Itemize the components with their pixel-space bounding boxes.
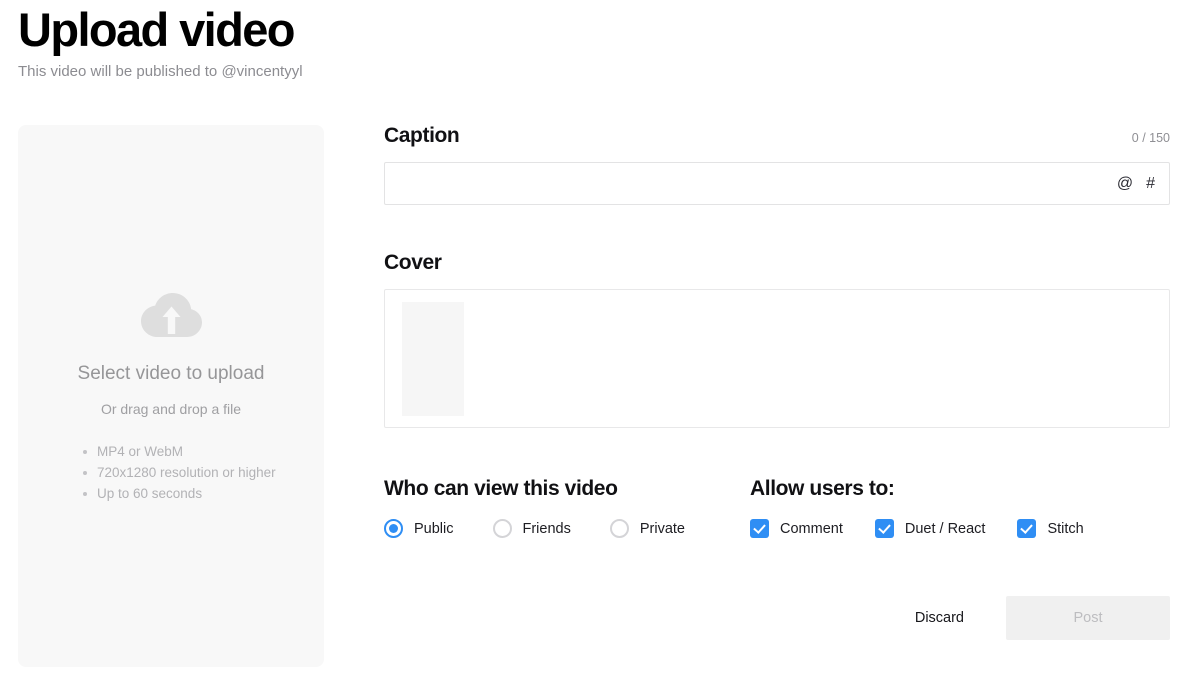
permissions-title: Allow users to: <box>750 477 895 500</box>
page-header: Upload video This video will be publishe… <box>18 2 918 82</box>
checkbox-option-comment[interactable]: Comment <box>750 519 843 538</box>
privacy-section: Who can view this video Public Friends P… <box>384 477 750 538</box>
radio-icon-friends[interactable] <box>492 519 512 538</box>
upload-form: Caption 0 / 150 @ # Cover Who can view t… <box>384 124 1170 640</box>
list-item: MP4 or WebM <box>80 441 324 462</box>
radio-icon-private[interactable] <box>609 519 629 538</box>
video-upload-dropzone[interactable]: Select video to upload Or drag and drop … <box>18 125 324 667</box>
upload-main-text: Select video to upload <box>77 363 265 384</box>
radio-label-private: Private <box>639 520 685 537</box>
hashtag-icon[interactable]: # <box>1146 175 1155 192</box>
caption-title: Caption <box>384 124 460 147</box>
radio-label-friends: Friends <box>522 520 571 537</box>
radio-option-friends[interactable]: Friends <box>492 519 571 538</box>
upload-video-page: Upload video This video will be publishe… <box>0 0 1187 691</box>
cover-selector[interactable] <box>384 289 1170 428</box>
discard-button[interactable]: Discard <box>897 598 982 638</box>
checkmark-icon-comment[interactable] <box>750 519 769 538</box>
upload-drag-hint: Or drag and drop a file <box>100 401 242 417</box>
cover-title: Cover <box>384 251 442 274</box>
checkbox-label-stitch: Stitch <box>1047 520 1084 537</box>
cloud-upload-icon <box>140 293 202 341</box>
radio-icon-public[interactable] <box>384 519 403 538</box>
mention-icon[interactable]: @ <box>1117 175 1133 192</box>
caption-input[interactable] <box>385 163 1117 204</box>
list-item: Up to 60 seconds <box>80 483 324 504</box>
radio-option-public[interactable]: Public <box>384 519 454 538</box>
caption-field-wrapper[interactable]: @ # <box>384 162 1170 205</box>
radio-option-private[interactable]: Private <box>609 519 685 538</box>
options-row: Who can view this video Public Friends P… <box>384 477 1170 538</box>
cover-thumbnail[interactable] <box>402 301 464 416</box>
checkbox-label-comment: Comment <box>780 520 843 537</box>
post-button[interactable]: Post <box>1006 596 1170 640</box>
caption-icon-group: @ # <box>1117 175 1169 192</box>
caption-section-header: Caption 0 / 150 <box>384 124 1170 148</box>
permissions-section: Allow users to: Comment Duet / React Sti… <box>750 477 1170 538</box>
form-actions: Discard Post <box>384 596 1170 640</box>
list-item: 720x1280 resolution or higher <box>80 462 324 483</box>
radio-label-public: Public <box>414 520 454 537</box>
cover-section: Cover <box>384 251 1170 428</box>
page-title: Upload video <box>18 3 295 56</box>
checkmark-icon-stitch[interactable] <box>1017 519 1037 538</box>
permissions-options: Comment Duet / React Stitch <box>750 519 1170 538</box>
page-subtitle: This video will be published to @vincent… <box>18 63 303 81</box>
caption-char-counter: 0 / 150 <box>1131 131 1170 145</box>
checkbox-label-duet-react: Duet / React <box>904 520 986 537</box>
checkbox-option-stitch[interactable]: Stitch <box>1017 519 1084 538</box>
checkmark-icon-duet-react[interactable] <box>874 519 894 538</box>
privacy-title: Who can view this video <box>384 477 618 500</box>
checkbox-option-duet-react[interactable]: Duet / React <box>874 519 986 538</box>
upload-requirements-list: MP4 or WebM 720x1280 resolution or highe… <box>18 441 324 504</box>
privacy-options: Public Friends Private <box>384 519 750 538</box>
